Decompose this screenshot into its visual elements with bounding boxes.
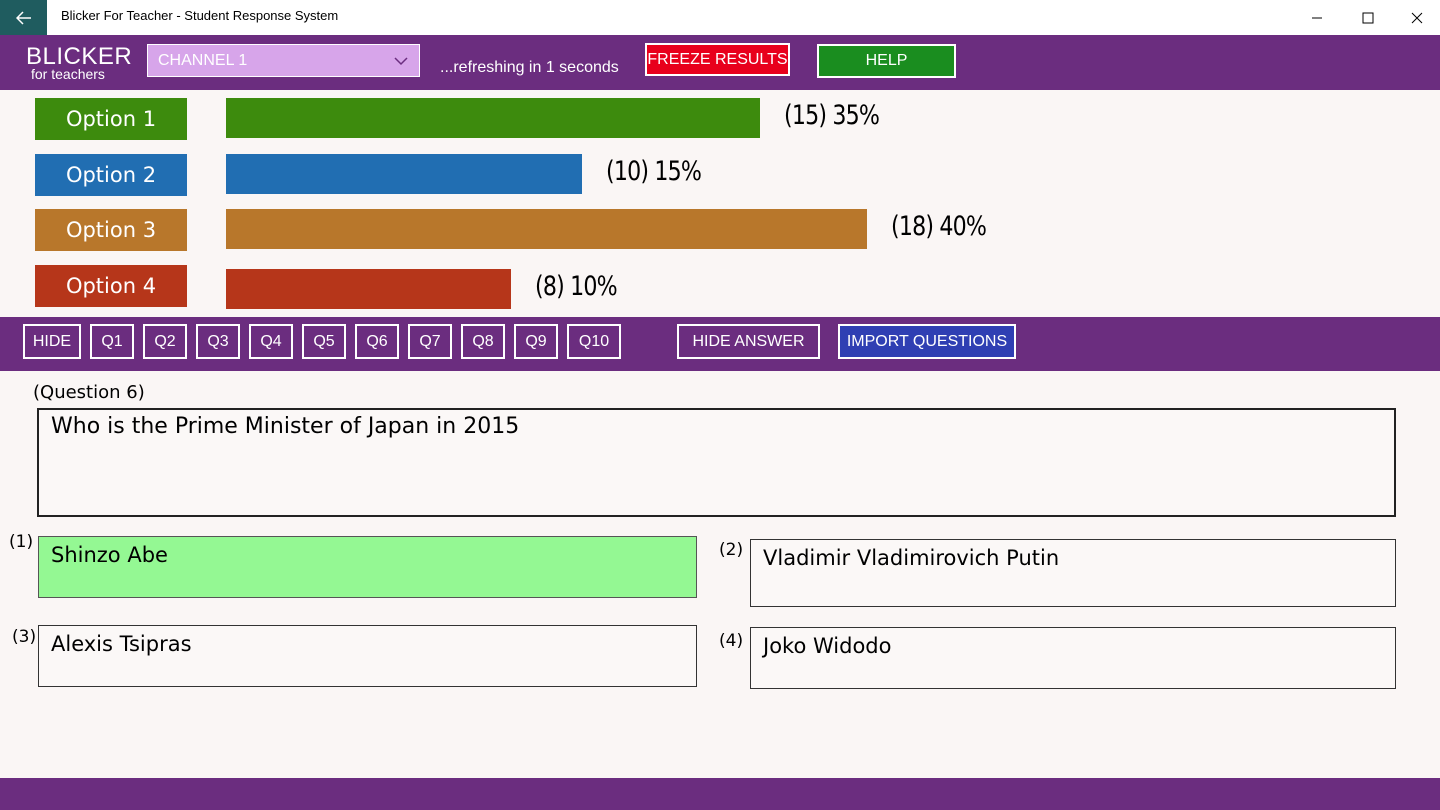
- option-stat-4: (8) 10%: [535, 271, 618, 302]
- close-icon: [1411, 12, 1423, 23]
- q4-button[interactable]: Q4: [249, 324, 293, 359]
- arrow-left-icon: [15, 10, 31, 25]
- question-number: (Question 6): [33, 382, 145, 403]
- answer-box-4: Joko Widodo: [750, 627, 1396, 689]
- refresh-status: ...refreshing in 1 seconds: [440, 59, 619, 76]
- import-questions-button[interactable]: IMPORT QUESTIONS: [838, 324, 1016, 359]
- chevron-down-icon: [394, 57, 408, 66]
- q8-button[interactable]: Q8: [461, 324, 505, 359]
- answer-text-3: Alexis Tsipras: [51, 632, 192, 656]
- question-nav-bar: HIDE Q1 Q2 Q3 Q4 Q5 Q6 Q7 Q8 Q9 Q10 HIDE…: [0, 317, 1440, 371]
- option-bar-3: [226, 209, 867, 249]
- q1-button[interactable]: Q1: [90, 324, 134, 359]
- option-stat-1: (15) 35%: [784, 100, 880, 131]
- footer-bar: [0, 778, 1440, 810]
- q10-button[interactable]: Q10: [567, 324, 621, 359]
- answer-text-1: Shinzo Abe: [51, 543, 168, 567]
- back-button[interactable]: [0, 0, 47, 35]
- maximize-icon: [1362, 12, 1374, 23]
- minimize-button[interactable]: [1294, 0, 1340, 35]
- option-bar-2: [226, 154, 582, 194]
- hide-answer-button[interactable]: HIDE ANSWER: [677, 324, 820, 359]
- answer-index-1: (1): [9, 532, 34, 552]
- option-stat-2: (10) 15%: [606, 156, 702, 187]
- q7-button[interactable]: Q7: [408, 324, 452, 359]
- minimize-icon: [1312, 17, 1322, 18]
- maximize-button[interactable]: [1345, 0, 1391, 35]
- option-bar-4: [226, 269, 511, 309]
- option-stat-3: (18) 40%: [891, 211, 987, 242]
- answer-index-4: (4): [719, 631, 744, 651]
- q9-button[interactable]: Q9: [514, 324, 558, 359]
- channel-select[interactable]: CHANNEL 1: [147, 44, 420, 77]
- question-text-box: Who is the Prime Minister of Japan in 20…: [37, 408, 1396, 517]
- q3-button[interactable]: Q3: [196, 324, 240, 359]
- answer-box-3: Alexis Tsipras: [38, 625, 697, 687]
- option-bar-1: [226, 98, 760, 138]
- window-title: Blicker For Teacher - Student Response S…: [61, 8, 339, 23]
- q5-button[interactable]: Q5: [302, 324, 346, 359]
- close-button[interactable]: [1394, 0, 1440, 35]
- option-label-4: Option 4: [35, 265, 187, 307]
- q6-button[interactable]: Q6: [355, 324, 399, 359]
- answer-box-1: Shinzo Abe: [38, 536, 697, 598]
- answer-text-2: Vladimir Vladimirovich Putin: [763, 546, 1060, 570]
- header-bar: BLICKER for teachers CHANNEL 1 ...refres…: [0, 35, 1440, 90]
- option-label-3: Option 3: [35, 209, 187, 251]
- answer-index-2: (2): [719, 540, 744, 560]
- window-title-bar: Blicker For Teacher - Student Response S…: [0, 0, 1440, 35]
- answer-box-2: Vladimir Vladimirovich Putin: [750, 539, 1396, 607]
- question-text: Who is the Prime Minister of Japan in 20…: [51, 414, 520, 439]
- answer-index-3: (3): [12, 627, 37, 647]
- q2-button[interactable]: Q2: [143, 324, 187, 359]
- option-label-2: Option 2: [35, 154, 187, 196]
- app-logo-subtitle: for teachers: [31, 66, 105, 82]
- channel-select-value: CHANNEL 1: [158, 51, 248, 69]
- answer-text-4: Joko Widodo: [763, 634, 892, 658]
- option-label-1: Option 1: [35, 98, 187, 140]
- freeze-results-button[interactable]: FREEZE RESULTS: [645, 43, 790, 76]
- hide-button[interactable]: HIDE: [23, 324, 81, 359]
- help-button[interactable]: HELP: [817, 44, 956, 78]
